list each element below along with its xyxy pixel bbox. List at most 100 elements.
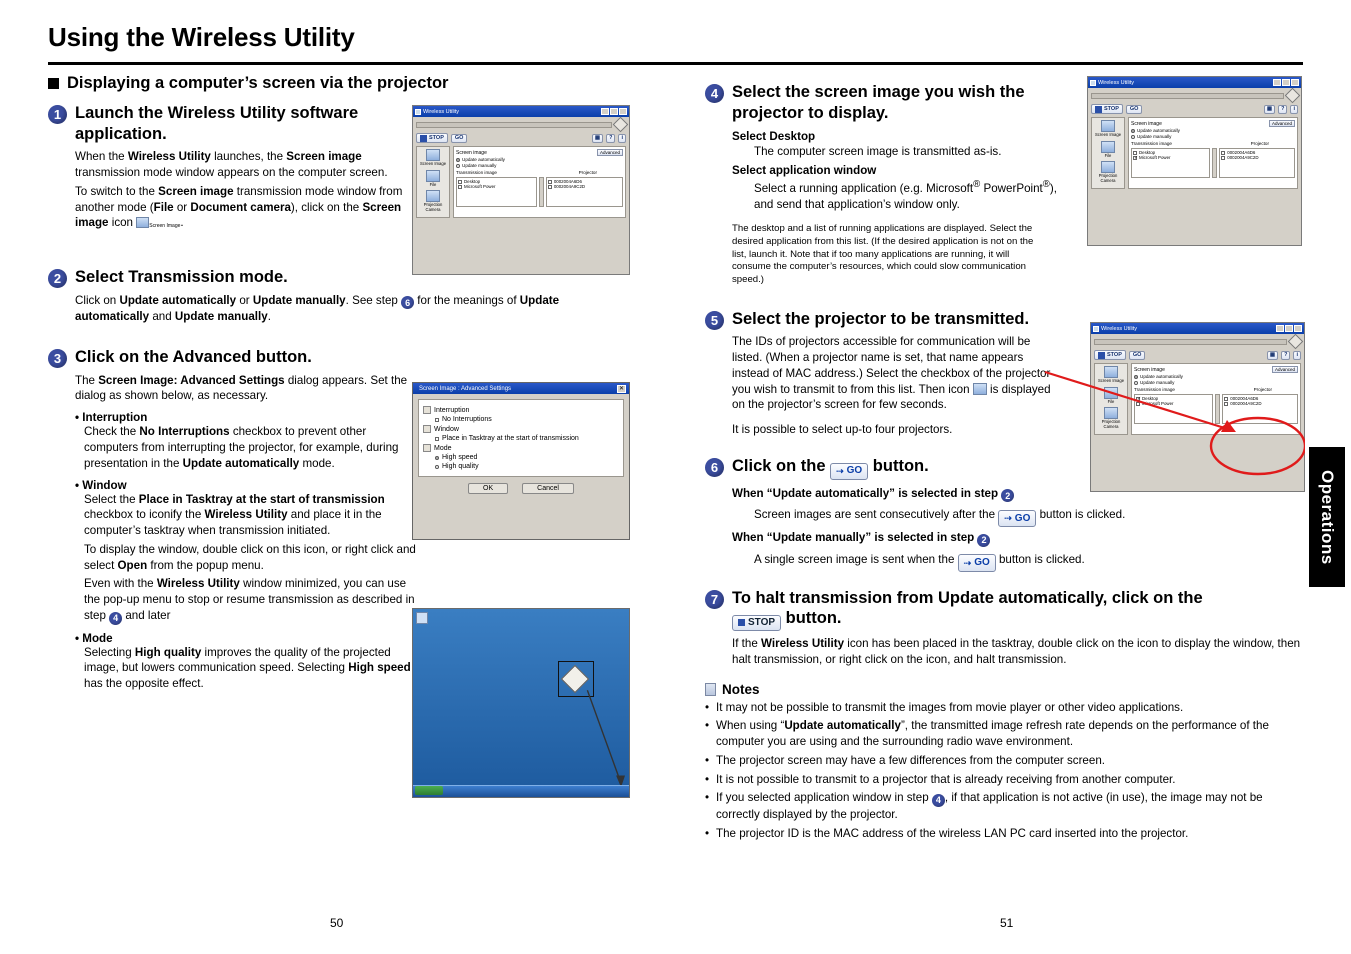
stop-button-chip[interactable]: STOP bbox=[732, 614, 782, 631]
list-item[interactable]: Microsoft Power bbox=[458, 184, 535, 189]
help-button[interactable]: ? bbox=[606, 133, 616, 143]
t: mode. bbox=[299, 456, 335, 470]
minimize-icon[interactable] bbox=[1273, 79, 1281, 86]
checkbox-icon[interactable] bbox=[547, 184, 552, 189]
stop-square-icon bbox=[1095, 105, 1102, 113]
checkbox-icon[interactable] bbox=[1136, 401, 1140, 406]
go-button-chip[interactable]: ⇢ GO bbox=[998, 509, 1037, 528]
t: ® bbox=[1042, 179, 1050, 191]
checkbox-no-interruptions[interactable]: No Interruptions bbox=[435, 416, 619, 423]
app-icon bbox=[1093, 325, 1099, 332]
help-button[interactable]: ? bbox=[1281, 350, 1291, 360]
toolbar-button-1[interactable]: ▦ bbox=[1263, 104, 1276, 114]
stop-button[interactable]: STOP bbox=[1094, 350, 1126, 360]
projector-list[interactable]: 0002004A6D6 0002004A9C2D bbox=[545, 177, 623, 207]
go-button[interactable]: GO bbox=[450, 133, 468, 143]
info-button[interactable]: i bbox=[1293, 350, 1301, 360]
list-item[interactable]: Microsoft Power bbox=[1133, 155, 1208, 161]
radio-update-automatically[interactable]: Update automatically bbox=[1134, 374, 1298, 379]
checkbox-icon[interactable] bbox=[458, 184, 462, 189]
close-icon[interactable] bbox=[1294, 325, 1302, 332]
sidebar-item-file[interactable]: File bbox=[1096, 386, 1126, 405]
radio-update-automatically[interactable]: Update automatically bbox=[456, 157, 623, 162]
sidebar-item-file[interactable]: File bbox=[1093, 140, 1123, 159]
scrollbar-vertical[interactable] bbox=[538, 177, 544, 207]
advanced-button[interactable]: Advanced bbox=[1271, 366, 1298, 373]
list-item[interactable]: 0002004A9C2D bbox=[1224, 401, 1296, 406]
help-button[interactable]: ? bbox=[1278, 104, 1288, 114]
go-button-chip[interactable]: ⇢ GO bbox=[830, 463, 869, 480]
list-item[interactable]: Microsoft Power bbox=[1136, 401, 1211, 406]
radio-high-speed[interactable]: High speed bbox=[435, 454, 619, 461]
ok-button[interactable]: OK bbox=[468, 483, 509, 494]
sidebar-item-projection-camera[interactable]: Projection Camera bbox=[1096, 407, 1126, 429]
transmission-image-list[interactable]: Desktop Microsoft Power bbox=[456, 177, 537, 207]
checkbox-icon[interactable] bbox=[1136, 396, 1141, 402]
maximize-icon[interactable] bbox=[1282, 79, 1290, 86]
checkbox-icon[interactable] bbox=[1221, 150, 1226, 155]
sidebar-item-projection-camera[interactable]: Projection Camera bbox=[418, 190, 448, 212]
radio-update-manually[interactable]: Update manually bbox=[1134, 380, 1298, 385]
window-controls[interactable] bbox=[1276, 325, 1302, 332]
checkbox-place-in-tasktray[interactable]: Place in Tasktray at the start of transm… bbox=[435, 435, 619, 442]
checkbox-icon[interactable] bbox=[435, 436, 439, 441]
window-title: Wireless Utility bbox=[423, 108, 460, 115]
advanced-button[interactable]: Advanced bbox=[596, 149, 623, 156]
toolbar-field[interactable] bbox=[1094, 338, 1287, 345]
radio-update-manually[interactable]: Update manually bbox=[1131, 134, 1295, 139]
scrollbar-vertical[interactable] bbox=[1212, 148, 1218, 178]
maximize-icon[interactable] bbox=[610, 108, 618, 115]
radio-high-quality[interactable]: High quality bbox=[435, 463, 619, 470]
scrollbar-vertical[interactable] bbox=[1215, 394, 1221, 424]
checkbox-icon[interactable] bbox=[1133, 155, 1138, 161]
window-controls[interactable] bbox=[601, 108, 627, 115]
toolbar-button-1[interactable]: ▦ bbox=[1266, 350, 1279, 360]
go-button[interactable]: GO bbox=[1125, 104, 1143, 114]
stop-button[interactable]: STOP bbox=[416, 133, 448, 143]
radio-update-manually[interactable]: Update manually bbox=[456, 163, 623, 168]
sidebar-item-screen-image[interactable]: Screen Image bbox=[1096, 366, 1126, 384]
t: button is clicked. bbox=[995, 552, 1085, 566]
list-item[interactable]: 0002004A9C2D bbox=[1221, 155, 1293, 160]
projector-list[interactable]: 0002004A6D6 0002004A9C2D bbox=[1222, 394, 1298, 424]
list-item[interactable]: 0002004A9C2D bbox=[547, 184, 621, 189]
sidebar-item-projection-camera[interactable]: Projection Camera bbox=[1093, 161, 1123, 183]
radio-icon bbox=[1131, 134, 1135, 139]
checkbox-icon[interactable] bbox=[1224, 401, 1229, 406]
checkbox-icon[interactable] bbox=[547, 179, 552, 184]
checkbox-icon[interactable] bbox=[458, 179, 462, 184]
maximize-icon[interactable] bbox=[1285, 325, 1293, 332]
cancel-button[interactable]: Cancel bbox=[522, 483, 574, 494]
close-icon[interactable] bbox=[619, 108, 627, 115]
step-4-note: The desktop and a list of running applic… bbox=[732, 223, 1034, 286]
projector-list[interactable]: 0002004A6D6 0002004A9C2D bbox=[1219, 148, 1295, 178]
toolbar-field[interactable] bbox=[1091, 92, 1284, 99]
sidebar-item-screen-image[interactable]: Screen Image bbox=[418, 149, 448, 167]
toolbar-field[interactable] bbox=[416, 121, 612, 128]
go-button-chip[interactable]: ⇢ GO bbox=[957, 554, 996, 572]
checkbox-icon[interactable] bbox=[1221, 155, 1226, 160]
start-button[interactable] bbox=[415, 786, 443, 795]
close-icon[interactable] bbox=[1291, 79, 1299, 86]
checkbox-icon[interactable] bbox=[1224, 396, 1229, 401]
step-4-number: 4 bbox=[705, 84, 724, 103]
taskbar bbox=[413, 785, 629, 797]
toolbar-button-1[interactable]: ▦ bbox=[591, 133, 604, 143]
transmission-image-list[interactable]: Desktop Microsoft Power bbox=[1134, 394, 1214, 424]
projector-transmit-icon bbox=[972, 382, 987, 395]
advanced-button[interactable]: Advanced bbox=[1268, 120, 1295, 127]
close-icon[interactable]: ✕ bbox=[617, 384, 626, 393]
stop-button[interactable]: STOP bbox=[1091, 104, 1123, 114]
transmission-image-list[interactable]: Desktop Microsoft Power bbox=[1131, 148, 1211, 178]
radio-update-automatically[interactable]: Update automatically bbox=[1131, 128, 1295, 133]
window-controls[interactable] bbox=[1273, 79, 1299, 86]
minimize-icon[interactable] bbox=[601, 108, 609, 115]
checkbox-icon[interactable] bbox=[435, 417, 439, 422]
info-button[interactable]: i bbox=[1290, 104, 1298, 114]
t: If the bbox=[732, 637, 762, 650]
minimize-icon[interactable] bbox=[1276, 325, 1284, 332]
info-button[interactable]: i bbox=[618, 133, 626, 143]
sidebar-item-screen-image[interactable]: Screen Image bbox=[1093, 120, 1123, 138]
sidebar-item-file[interactable]: File bbox=[418, 169, 448, 188]
go-button[interactable]: GO bbox=[1128, 350, 1146, 360]
